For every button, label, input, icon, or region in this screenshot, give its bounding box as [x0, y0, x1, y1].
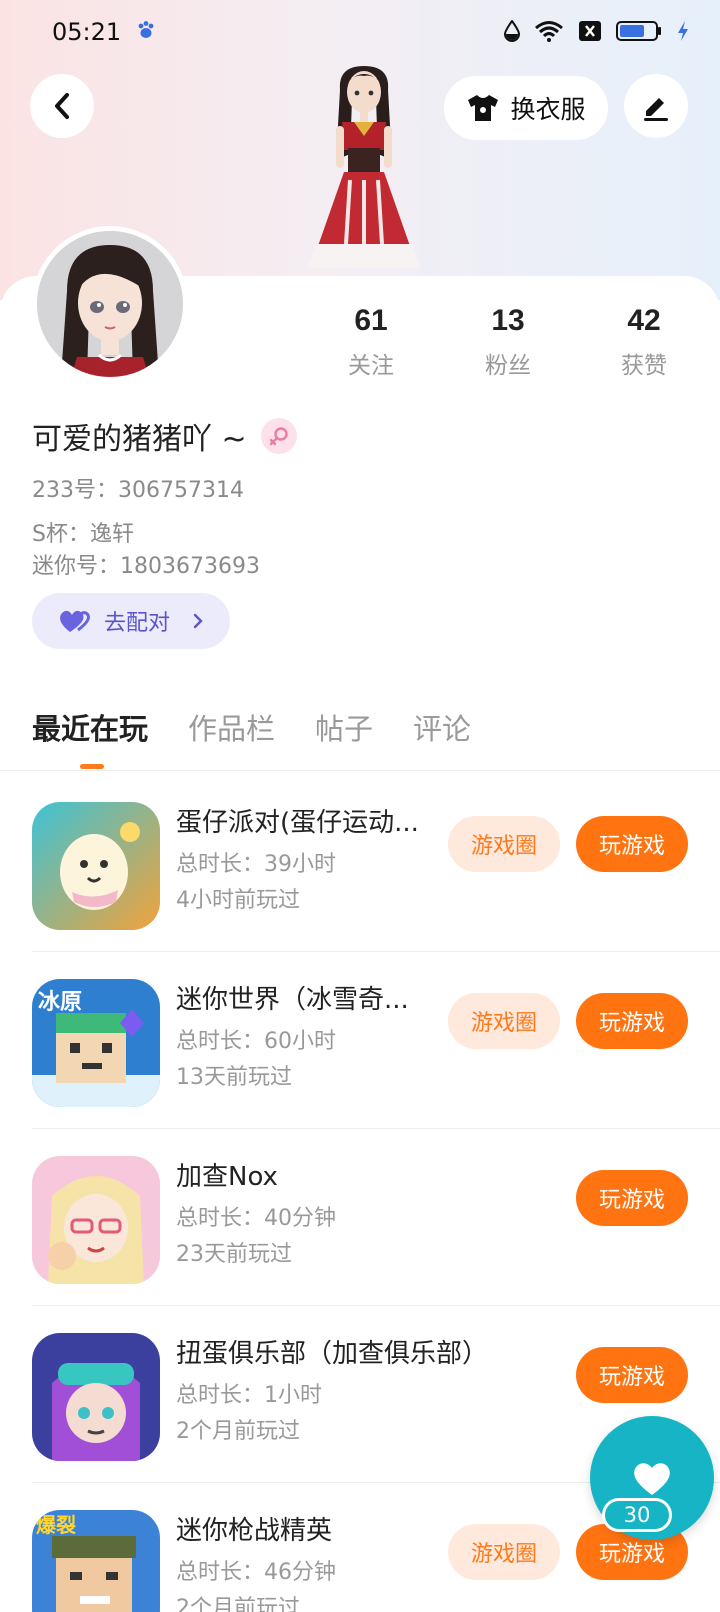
game-duration: 总时长：60小时 [176, 1029, 336, 1054]
game-icon-mini-gun-elite[interactable]: 爆裂 [32, 1510, 160, 1612]
stat-following-label: 关注 [348, 353, 394, 379]
pencil-icon [644, 98, 668, 121]
avatar[interactable] [32, 226, 188, 382]
stat-followers-label: 粉丝 [485, 353, 531, 379]
stat-followers-value: 13 [491, 304, 525, 337]
id-233: 233号：306757314 [32, 478, 244, 503]
game-duration: 总时长：46分钟 [176, 1560, 336, 1585]
game-name: 扭蛋俱乐部（加查俱乐部） [176, 1339, 489, 1369]
tab-posts[interactable]: 帖子 [315, 706, 373, 748]
game-icon-text: 冰原 [38, 990, 82, 1015]
game-circle-button[interactable]: 游戏圈 [448, 816, 560, 872]
close-box-icon [579, 21, 601, 41]
female-icon [260, 418, 297, 454]
stat-following[interactable]: 61 关注 [311, 304, 431, 380]
tab-indicator [80, 764, 104, 769]
nickname-row: 可爱的猪猪吖 ~ [32, 414, 297, 458]
game-name: 迷你枪战精英 [176, 1516, 333, 1546]
avatar-figure [308, 66, 420, 268]
game-icon-eggy-party[interactable] [32, 802, 160, 930]
game-duration: 总时长：40分钟 [176, 1206, 336, 1231]
play-game-button[interactable]: 玩游戏 [576, 1347, 688, 1403]
game-last-played: 2个月前玩过 [176, 1596, 300, 1612]
nickname: 可爱的猪猪吖 ~ [32, 422, 247, 457]
game-row[interactable]: 加查Nox 总时长：40分钟 23天前玩过 玩游戏 [0, 1130, 720, 1306]
game-duration: 总时长：39小时 [176, 852, 336, 877]
s-cup-info: S杯：逸轩 [32, 522, 134, 547]
shirt-icon [468, 95, 499, 121]
back-button[interactable] [30, 74, 94, 138]
game-name: 加查Nox [176, 1162, 278, 1192]
tab-works[interactable]: 作品栏 [188, 706, 275, 748]
change-outfit-button[interactable]: 换衣服 [444, 76, 608, 140]
stat-likes-label: 获赞 [621, 353, 667, 379]
game-last-played: 13天前玩过 [176, 1065, 292, 1090]
game-icon-text: 爆裂 [36, 1513, 76, 1537]
battery-icon [616, 21, 661, 41]
profile-tabs: 最近在玩 作品栏 帖子 评论 [32, 706, 471, 748]
game-name: 蛋仔派对(蛋仔运动... [176, 808, 419, 838]
game-last-played: 23天前玩过 [176, 1242, 292, 1267]
game-name: 迷你世界（冰雪奇... [176, 985, 409, 1015]
game-last-played: 4小时前玩过 [176, 888, 300, 913]
chevron-left-icon [55, 93, 69, 119]
game-duration: 总时长：1小时 [176, 1383, 322, 1408]
avatar-portrait [37, 231, 183, 377]
heart-icon [634, 1463, 670, 1495]
edit-profile-button[interactable] [624, 74, 688, 138]
game-icon-gacha-nox[interactable] [32, 1156, 160, 1284]
tab-comments[interactable]: 评论 [413, 706, 471, 748]
water-drop-icon [504, 20, 520, 42]
stat-following-value: 61 [354, 304, 388, 337]
mini-id: 迷你号：1803673693 [32, 554, 260, 579]
tab-recently-played[interactable]: 最近在玩 [32, 706, 148, 748]
change-outfit-label: 换衣服 [510, 95, 586, 124]
game-icon-mini-world[interactable]: 冰原 [32, 979, 160, 1107]
row-divider [32, 1128, 720, 1129]
status-bar: 05:21 [0, 0, 720, 66]
row-divider [32, 1305, 720, 1306]
play-game-button[interactable]: 玩游戏 [576, 1170, 688, 1226]
pair-button[interactable]: 去配对 [32, 593, 230, 649]
stat-followers[interactable]: 13 粉丝 [448, 304, 568, 380]
like-count-badge: 30 [602, 1498, 672, 1532]
wifi-icon [535, 21, 563, 42]
stat-likes[interactable]: 42 获赞 [584, 304, 704, 380]
pair-label: 去配对 [104, 611, 171, 636]
game-row[interactable]: 冰原 迷你世界（冰雪奇... 总时长：60小时 13天前玩过 游戏圈 玩游戏 [0, 953, 720, 1129]
heart-pair-icon [60, 610, 90, 632]
game-circle-button[interactable]: 游戏圈 [448, 993, 560, 1049]
game-icon-gacha-club[interactable] [32, 1333, 160, 1461]
play-game-button[interactable]: 玩游戏 [576, 993, 688, 1049]
baidu-paw-icon [138, 21, 154, 38]
play-game-button[interactable]: 玩游戏 [576, 816, 688, 872]
charging-icon [678, 21, 688, 41]
status-time: 05:21 [52, 18, 122, 46]
game-last-played: 2个月前玩过 [176, 1419, 300, 1444]
tab-divider [0, 770, 720, 771]
game-row[interactable]: 蛋仔派对(蛋仔运动... 总时长：39小时 4小时前玩过 游戏圈 玩游戏 [0, 776, 720, 952]
chevron-right-icon [193, 613, 203, 629]
row-divider [32, 951, 720, 952]
stat-likes-value: 42 [627, 304, 661, 337]
game-circle-button[interactable]: 游戏圈 [448, 1524, 560, 1580]
